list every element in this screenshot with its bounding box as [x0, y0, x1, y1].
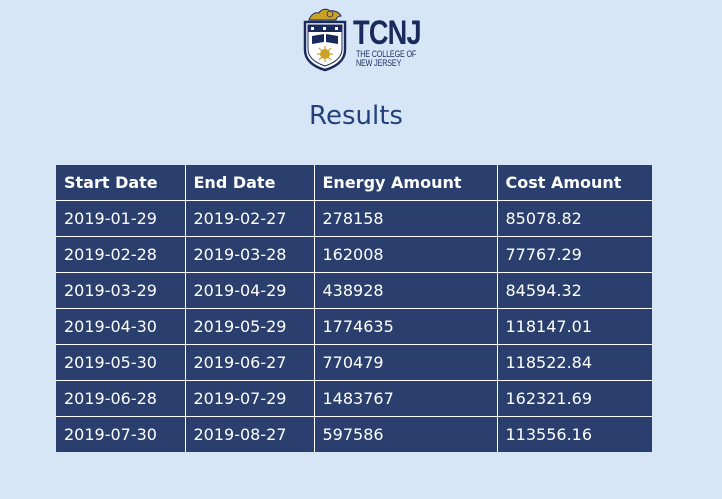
logo-subtitle-line2: NEW JERSEY — [356, 58, 402, 68]
cell-start-date: 2019-02-28 — [56, 236, 186, 273]
cell-start-date: 2019-03-29 — [56, 272, 186, 309]
cell-cost-amount: 118147.01 — [496, 308, 652, 345]
cell-energy-amount: 278158 — [313, 200, 498, 237]
cell-start-date: 2019-01-29 — [56, 200, 186, 237]
results-table: Start Date End Date Energy Amount Cost A… — [56, 165, 652, 452]
cell-cost-amount: 77767.29 — [496, 236, 652, 273]
page-title: Results — [309, 101, 403, 131]
header-start-date: Start Date — [56, 165, 186, 201]
cell-cost-amount: 118522.84 — [496, 344, 652, 381]
cell-start-date: 2019-05-30 — [56, 344, 186, 381]
header-end-date: End Date — [184, 165, 315, 201]
cell-energy-amount: 1774635 — [313, 308, 498, 345]
cell-energy-amount: 162008 — [313, 236, 498, 273]
cell-energy-amount: 770479 — [313, 344, 498, 381]
cell-cost-amount: 85078.82 — [496, 200, 652, 237]
cell-energy-amount: 597586 — [313, 416, 498, 452]
table-row: 2019-03-29 2019-04-29 438928 84594.32 — [56, 272, 652, 309]
table-row: 2019-02-28 2019-03-28 162008 77767.29 — [56, 236, 652, 273]
table-row: 2019-04-30 2019-05-29 1774635 118147.01 — [56, 308, 652, 345]
cell-energy-amount: 438928 — [313, 272, 498, 309]
cell-start-date: 2019-06-28 — [56, 380, 186, 417]
header-energy-amount: Energy Amount — [313, 165, 498, 201]
cell-end-date: 2019-02-27 — [184, 200, 315, 237]
cell-end-date: 2019-08-27 — [184, 416, 315, 452]
cell-cost-amount: 84594.32 — [496, 272, 652, 309]
logo-wordmark: TCNJ — [353, 14, 422, 52]
cell-cost-amount: 113556.16 — [496, 416, 652, 452]
cell-start-date: 2019-07-30 — [56, 416, 186, 452]
table-row: 2019-05-30 2019-06-27 770479 118522.84 — [56, 344, 652, 381]
cell-end-date: 2019-05-29 — [184, 308, 315, 345]
tcnj-crest-icon — [303, 8, 347, 72]
cell-end-date: 2019-06-27 — [184, 344, 315, 381]
cell-start-date: 2019-04-30 — [56, 308, 186, 345]
header-cost-amount: Cost Amount — [496, 165, 652, 201]
cell-end-date: 2019-04-29 — [184, 272, 315, 309]
table-row: 2019-06-28 2019-07-29 1483767 162321.69 — [56, 380, 652, 417]
cell-end-date: 2019-07-29 — [184, 380, 315, 417]
table-header-row: Start Date End Date Energy Amount Cost A… — [56, 165, 652, 201]
table-row: 2019-01-29 2019-02-27 278158 85078.82 — [56, 200, 652, 237]
table-row: 2019-07-30 2019-08-27 597586 113556.16 — [56, 416, 652, 452]
cell-energy-amount: 1483767 — [313, 380, 498, 417]
cell-end-date: 2019-03-28 — [184, 236, 315, 273]
cell-cost-amount: 162321.69 — [496, 380, 652, 417]
tcnj-logo[interactable]: TCNJ THE COLLEGE OF NEW JERSEY — [303, 6, 422, 76]
